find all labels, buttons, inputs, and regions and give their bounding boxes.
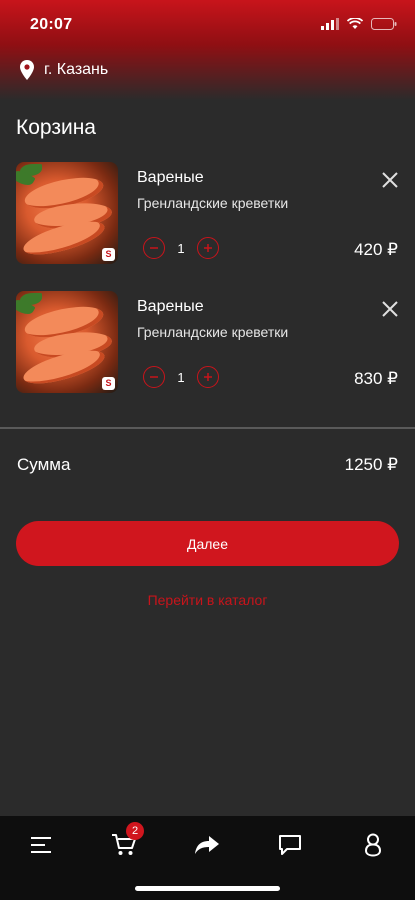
close-icon: [382, 301, 398, 317]
item-name: Вареные: [137, 298, 204, 315]
tab-profile[interactable]: [353, 828, 393, 862]
minus-icon: [150, 376, 158, 378]
item-price: 830 ₽: [354, 369, 398, 388]
item-name: Вареные: [137, 169, 204, 186]
tab-chat[interactable]: [270, 828, 310, 862]
page-title: Корзина: [16, 116, 96, 139]
quantity-value: 1: [177, 369, 185, 385]
quantity-stepper: 1: [143, 237, 219, 259]
city-selector[interactable]: г. Казань: [20, 60, 108, 80]
plus-icon: [204, 244, 212, 252]
divider: [0, 427, 415, 429]
status-bar: 20:07: [0, 0, 415, 48]
location-pin-icon: [20, 60, 34, 80]
status-icons: [321, 18, 397, 30]
home-indicator: [135, 886, 280, 891]
city-name: г. Казань: [44, 61, 109, 78]
product-image[interactable]: S: [16, 162, 118, 264]
close-icon: [382, 172, 398, 188]
minus-icon: [150, 247, 158, 249]
signal-icon: [321, 18, 339, 30]
go-to-catalog-link[interactable]: Перейти в каталог: [0, 592, 415, 608]
increase-quantity-button[interactable]: [197, 237, 219, 259]
status-time: 20:07: [30, 16, 73, 33]
decrease-quantity-button[interactable]: [143, 237, 165, 259]
plus-icon: [204, 373, 212, 381]
item-description: Гренландские креветки: [137, 195, 289, 211]
item-description: Гренландские креветки: [137, 324, 289, 340]
header: 20:07 г. Казань: [0, 0, 415, 100]
menu-icon: [31, 837, 51, 853]
wifi-icon: [347, 18, 363, 29]
item-price: 420 ₽: [354, 240, 398, 259]
tab-menu[interactable]: [21, 828, 61, 862]
brand-logo-icon: S: [102, 248, 115, 261]
quantity-stepper: 1: [143, 366, 219, 388]
remove-item-button[interactable]: [380, 299, 400, 319]
tab-share[interactable]: [187, 828, 227, 862]
product-image[interactable]: S: [16, 291, 118, 393]
profile-icon: [364, 833, 382, 857]
decrease-quantity-button[interactable]: [143, 366, 165, 388]
remove-item-button[interactable]: [380, 170, 400, 190]
cart-item: S Вареные Гренландские креветки 1 830 ₽: [0, 291, 415, 401]
next-button[interactable]: Далее: [16, 521, 399, 566]
share-icon: [195, 836, 219, 854]
cart-item: S Вареные Гренландские креветки 1 420 ₽: [0, 162, 415, 272]
increase-quantity-button[interactable]: [197, 366, 219, 388]
cart-count-badge: 2: [126, 822, 144, 840]
sum-value: 1250 ₽: [344, 455, 398, 474]
battery-icon: [371, 18, 397, 30]
brand-logo-icon: S: [102, 377, 115, 390]
quantity-value: 1: [177, 240, 185, 256]
chat-icon: [279, 835, 301, 855]
tab-cart[interactable]: 2: [104, 822, 144, 862]
sum-label: Сумма: [17, 455, 71, 474]
